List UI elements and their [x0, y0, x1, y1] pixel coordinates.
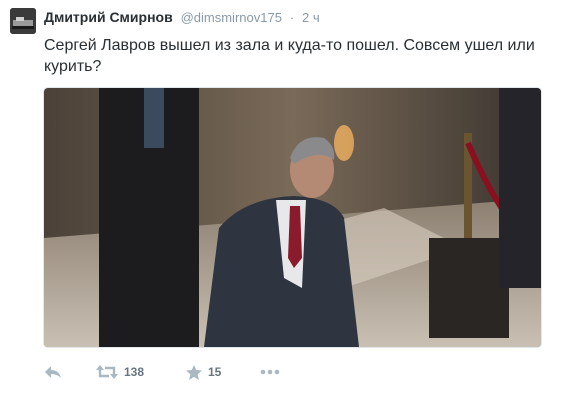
avatar-image [10, 8, 36, 34]
retweet-icon [96, 365, 118, 379]
tweet-header: Дмитрий Смирнов @dimsmirnov175 · 2 ч [44, 9, 320, 25]
star-icon [186, 364, 202, 380]
retweet-count: 138 [124, 365, 145, 379]
avatar[interactable] [10, 8, 36, 34]
more-dots-icon [260, 369, 280, 375]
tweet-text: Сергей Лавров вышел из зала и куда-то по… [44, 37, 535, 75]
tweet: Дмитрий Смирнов @dimsmirnov175 · 2 ч Сер… [0, 0, 577, 397]
author-handle[interactable]: @dimsmirnov175 [181, 10, 282, 25]
separator-dot: · [289, 10, 295, 25]
photo-image [44, 88, 541, 347]
tweet-timestamp[interactable]: 2 ч [302, 10, 320, 25]
reply-button[interactable] [44, 361, 62, 383]
tweet-photo[interactable] [43, 87, 542, 348]
author-name[interactable]: Дмитрий Смирнов [44, 9, 173, 25]
favorite-button[interactable]: 15 [186, 361, 221, 383]
favorite-count: 15 [208, 365, 222, 379]
reply-icon [45, 366, 61, 378]
retweet-button[interactable]: 138 [96, 361, 144, 383]
more-button[interactable] [260, 361, 280, 383]
